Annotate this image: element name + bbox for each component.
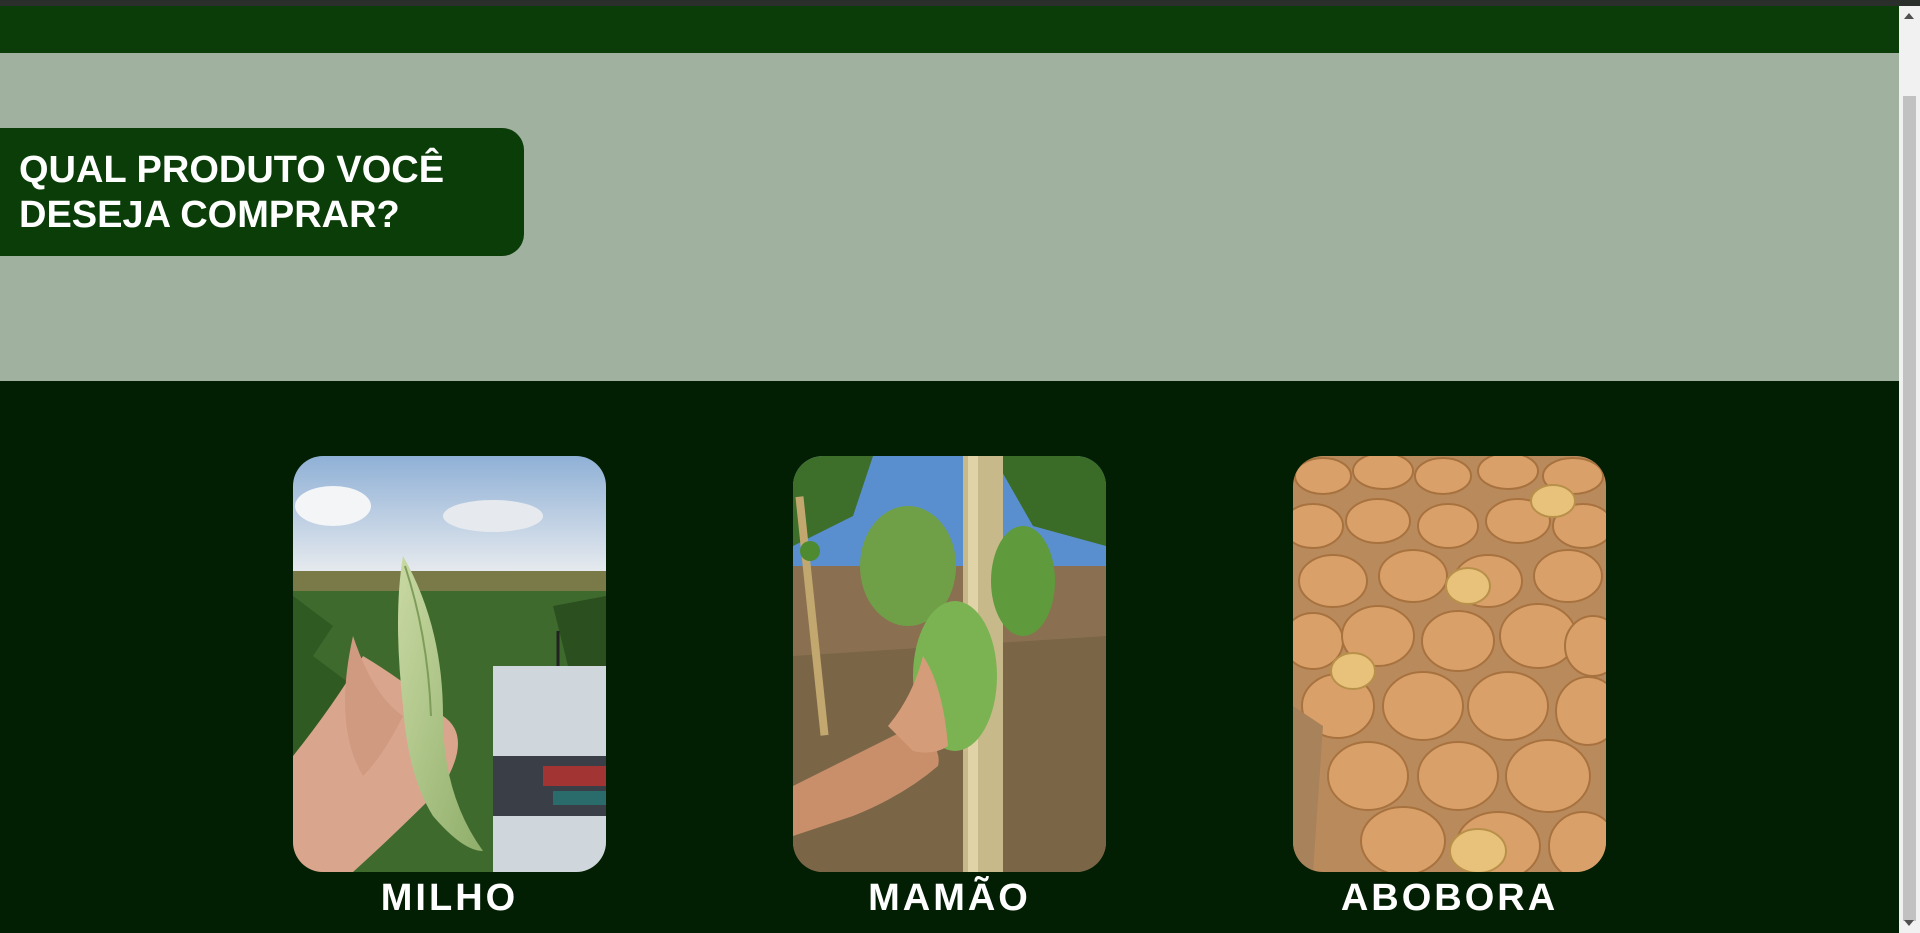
product-card-milho[interactable]: MILHO [293,456,606,920]
product-card-mamao[interactable]: MAMÃO [793,456,1106,920]
products-section: MILHO MAMÃO ABOBORA [0,381,1899,933]
hero-title-line-1: QUAL PRODUTO VOCÊ [19,149,445,191]
scroll-down-arrow-icon[interactable] [1904,920,1914,926]
hero-section: QUAL PRODUTO VOCÊ DESEJA COMPRAR? [0,53,1899,381]
product-label-abobora[interactable]: ABOBORA [1293,876,1606,920]
vertical-scrollbar[interactable] [1899,6,1920,933]
hero-title-box: QUAL PRODUTO VOCÊ DESEJA COMPRAR? [0,128,524,256]
product-card-abobora[interactable]: ABOBORA [1293,456,1606,920]
top-navigation-bar [0,6,1899,53]
hero-title: QUAL PRODUTO VOCÊ DESEJA COMPRAR? [19,148,506,238]
corn-photo[interactable] [293,456,606,872]
scrollbar-thumb[interactable] [1903,96,1916,921]
papaya-photo[interactable] [793,456,1106,872]
pumpkin-photo[interactable] [1293,456,1606,872]
product-label-milho[interactable]: MILHO [293,876,606,920]
scroll-up-arrow-icon[interactable] [1904,13,1914,19]
hero-title-line-2: DESEJA COMPRAR? [19,194,400,236]
product-label-mamao[interactable]: MAMÃO [793,876,1106,920]
